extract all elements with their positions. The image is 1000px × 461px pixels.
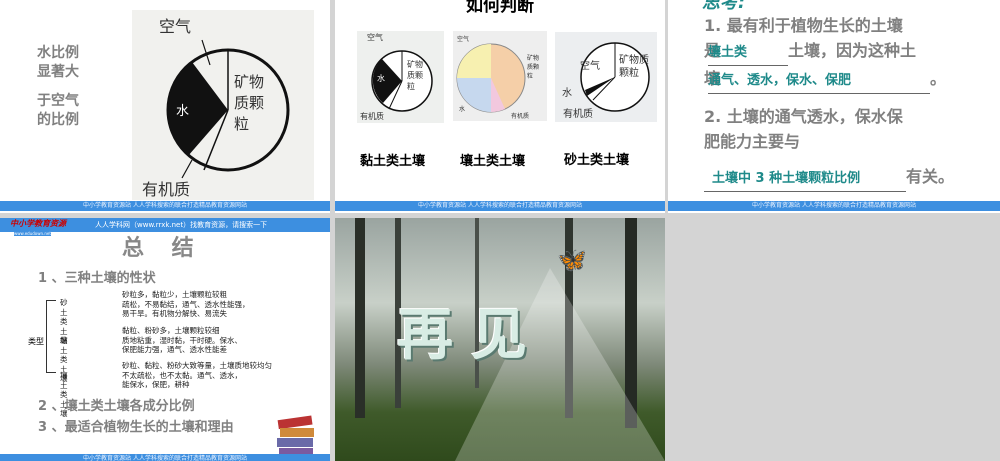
label-water: 水 [562,88,572,99]
text-line: 土壤中 3 种土壤颗粒比例 有关。 [704,164,984,192]
pie-image-loam: 空气 水 矿物质颗粒 有机质 [453,31,547,121]
slide-footer: 中小学教育资源站 人人学科搜索的联合打造精品教育资源网站 [0,454,330,461]
pie-image-sand: 空气 水 矿物质颗粒 有机质 [555,32,657,122]
answer-blank-1: 壤土类 [708,40,789,66]
slide-thumbnail-2[interactable]: 如何判断 空气 水 矿物质颗粒 有机质 空气 水 矿物质颗粒 有机质 空气 水 … [335,0,665,213]
pie-chart [166,39,290,179]
slide-footer: 中小学教育资源站 人人学科搜索的联合打造精品教育资源网站 [0,201,330,211]
text-line: 能保水，保肥，耕种 [122,380,190,389]
label-organic: 有机质 [142,180,191,199]
books-icon [274,410,318,460]
text-line: 不太疏松，也不太黏。通气、透水， [122,370,242,380]
caption-sand: 砂土类土壤 [564,153,630,168]
point-3: 3 、最适合植物生长的土壤和理由 [38,420,234,435]
butterfly-icon: 🦋 [557,246,587,274]
side-text: 水比例 显著大 于空气 的比例 [37,44,79,130]
slide-title: 思考: [702,0,746,13]
answer-blank-2: 通气、透水，保水、保肥 [708,68,931,94]
farewell-text: 再见 [397,303,545,368]
pie-image-clay: 空气 水 矿物质颗粒 有机质 [357,31,444,123]
text-line: 砂粒、黏粒、粉砂大致等量，土壤质地较均匀 [122,361,272,370]
text-line: 于空气 [37,93,79,109]
label-organic: 有机质 [511,113,530,120]
text-line: 黏粒、粉砂多，土壤颗粒较细 [122,326,220,335]
label-water: 水 [377,74,385,83]
label-mineral: 矿物质颗粒 [527,55,540,80]
label-air: 空气 [580,61,600,72]
text-line: 的比例 [37,112,79,128]
site-logo: 中小学教育资源 [10,219,66,228]
text-line: 2. 土壤的通气透水，保水保 [704,107,903,126]
point-2: 2 、壤土类土壤各成分比例 [38,399,195,414]
tree-bracket [46,300,56,373]
text-line: 砂粒多，黏粒少，土壤颗粒较粗 [122,290,227,299]
text-line: 1. 最有利于植物生长的土壤 [704,16,903,35]
slide-thumbnail-5[interactable]: 🦋 再见 [335,218,665,461]
label-air: 空气 [159,17,192,36]
question-text: 1. 最有利于植物生长的土壤 是壤土类 土壤，因为这种土 壤通气、透水，保水、保肥… [704,13,984,192]
text-line: 壤通气、透水，保水、保肥。 [704,66,984,94]
pie-image-clay: 空气 水 矿物质颗粒 有机质 [132,10,314,200]
text: 有关。 [906,167,955,186]
text-line: 显著大 [37,64,79,80]
slide-thumbnail-1[interactable]: 水比例 显著大 于空气 的比例 空气 水 矿物质颗粒 有机质 中小学教育资源站 … [0,0,330,213]
label-air: 空气 [367,33,383,42]
label-mineral: 矿物质颗粒 [234,73,265,133]
header-text: 人人学科网（www.rrxk.net）找教育资源，请搜索一下 [95,221,268,229]
slide-thumbnail-3[interactable]: 思考: 1. 最有利于植物生长的土壤 是壤土类 土壤，因为这种土 壤通气、透水，保… [668,0,1000,213]
label-water: 水 [459,106,466,113]
site-url: www.edudown.net [14,231,51,236]
text-line: 质地粘重，湿时黏，干时硬。保水、 [122,335,242,345]
caption-loam: 壤土类土壤 [460,154,526,169]
text: 。 [930,69,947,88]
slide-title: 如何判断 [466,0,534,16]
slide-thumbnail-4[interactable]: 中小学教育资源站 人人学科搜索的联合打造精品教育资源网站 中小学教育资源 人人学… [0,218,330,461]
text-line: 水比例 [37,45,79,61]
label-mineral: 矿物质颗粒 [619,55,649,79]
point-1: 1 、三种土壤的性状 [38,271,156,286]
label-air: 空气 [457,36,470,43]
text-line: 肥能力主要与 [704,132,801,151]
label-water: 水 [176,104,190,119]
slide-footer: 中小学教育资源站 人人学科搜索的联合打造精品教育资源网站 [335,201,665,211]
text-line: 保肥能力强，通气、透水性能差 [122,345,227,354]
slide-title: 总 结 [122,236,204,261]
label-organic: 有机质 [563,109,593,120]
slide-footer: 中小学教育资源站 人人学科搜索的联合打造精品教育资源网站 [668,201,1000,211]
tree-root: 类型 [28,337,44,346]
text: 土壤，因为这种土 [788,41,917,60]
text-line: 易干旱。有机物分解快、易流失 [122,309,227,318]
answer-blank-3: 土壤中 3 种土壤颗粒比例 [704,166,906,192]
text-line: 是壤土类 土壤，因为这种土 [704,38,984,66]
label-organic: 有机质 [360,112,384,121]
label-mineral: 矿物质颗粒 [407,60,423,91]
text-line: 疏松，不易黏结，通气、透水性能强， [122,299,250,309]
caption-clay: 黏土类土壤 [360,154,426,169]
